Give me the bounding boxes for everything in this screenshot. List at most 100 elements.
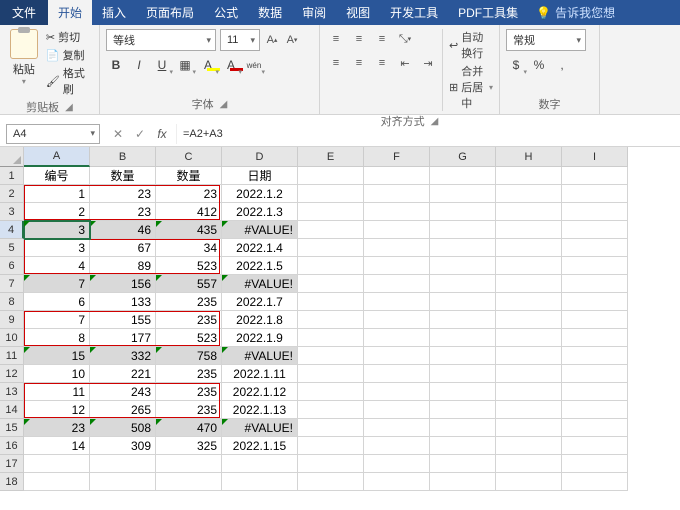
increase-indent-button[interactable]: ⇥ [418,53,438,73]
cell[interactable] [364,275,430,293]
col-header-B[interactable]: B [90,147,156,167]
cell[interactable]: 435 [156,221,222,239]
cell[interactable] [298,437,364,455]
row-header-3[interactable]: 3 [0,203,24,221]
row-header-18[interactable]: 18 [0,473,24,491]
cell[interactable]: 235 [156,383,222,401]
cell[interactable]: 数量 [90,167,156,185]
cell[interactable]: 23 [24,419,90,437]
cell[interactable] [298,473,364,491]
cell[interactable] [364,419,430,437]
cell[interactable]: 557 [156,275,222,293]
cell[interactable] [298,455,364,473]
cell[interactable]: 23 [156,185,222,203]
cell[interactable] [430,311,496,329]
cell[interactable] [430,167,496,185]
cell[interactable]: 508 [90,419,156,437]
cell[interactable]: 10 [24,365,90,383]
bold-button[interactable]: B [106,55,126,75]
col-header-A[interactable]: A [24,147,90,167]
cell[interactable]: 日期 [222,167,298,185]
cell[interactable] [298,419,364,437]
tab-page-layout[interactable]: 页面布局 [136,0,204,25]
cell[interactable] [562,257,628,275]
col-header-G[interactable]: G [430,147,496,167]
align-left-button[interactable]: ≡ [326,53,346,73]
cell[interactable] [364,221,430,239]
cell[interactable]: 235 [156,293,222,311]
cell[interactable]: 4 [24,257,90,275]
cell[interactable]: 155 [90,311,156,329]
align-middle-button[interactable]: ≡ [349,29,369,49]
cell[interactable] [562,239,628,257]
row-header-2[interactable]: 2 [0,185,24,203]
row-header-1[interactable]: 1 [0,167,24,185]
cell[interactable]: 12 [24,401,90,419]
underline-button[interactable]: U▾ [152,55,172,75]
cell[interactable]: 8 [24,329,90,347]
align-top-button[interactable]: ≡ [326,29,346,49]
border-button[interactable]: ▦▾ [175,55,195,75]
cell[interactable]: 309 [90,437,156,455]
tab-home[interactable]: 开始 [48,0,92,25]
cell[interactable] [298,365,364,383]
cell[interactable] [496,347,562,365]
cell[interactable] [562,383,628,401]
cell[interactable] [496,275,562,293]
cell[interactable] [364,401,430,419]
cell[interactable] [496,437,562,455]
cell[interactable] [298,221,364,239]
copy-button[interactable]: 📄复制 [46,47,93,63]
paste-button[interactable]: 粘贴 ▾ [6,29,42,97]
cell[interactable]: 332 [90,347,156,365]
cell[interactable] [222,455,298,473]
cell[interactable]: 23 [90,203,156,221]
cell[interactable]: 2022.1.4 [222,239,298,257]
row-header-14[interactable]: 14 [0,401,24,419]
accept-formula-button[interactable]: ✓ [130,127,150,141]
cell[interactable] [496,221,562,239]
cell[interactable] [430,347,496,365]
cell[interactable] [364,185,430,203]
cell[interactable]: 编号 [24,167,90,185]
cell[interactable]: 15 [24,347,90,365]
cell[interactable] [298,293,364,311]
tab-formulas[interactable]: 公式 [204,0,248,25]
cell[interactable] [298,239,364,257]
comma-button[interactable]: , [552,55,572,75]
cell[interactable] [298,329,364,347]
row-header-11[interactable]: 11 [0,347,24,365]
cell[interactable] [364,203,430,221]
col-header-E[interactable]: E [298,147,364,167]
align-bottom-button[interactable]: ≡ [372,29,392,49]
cell[interactable] [90,455,156,473]
cell[interactable] [562,167,628,185]
wrap-text-button[interactable]: ↩自动换行 [449,29,493,61]
cell[interactable] [222,473,298,491]
cell[interactable] [298,383,364,401]
cell[interactable] [364,329,430,347]
cell[interactable] [562,473,628,491]
font-name-select[interactable]: 等线 [106,29,216,51]
cell[interactable]: 265 [90,401,156,419]
cell[interactable]: 2022.1.8 [222,311,298,329]
cell[interactable]: #VALUE! [222,419,298,437]
cell[interactable] [562,293,628,311]
cell[interactable] [496,167,562,185]
cell[interactable] [298,347,364,365]
cell[interactable] [496,419,562,437]
row-header-7[interactable]: 7 [0,275,24,293]
cell[interactable] [298,401,364,419]
cell[interactable]: 221 [90,365,156,383]
select-all-corner[interactable] [0,147,24,167]
cell[interactable] [298,167,364,185]
cell[interactable] [364,257,430,275]
cell[interactable] [364,365,430,383]
cell[interactable]: 758 [156,347,222,365]
cell[interactable]: 2022.1.12 [222,383,298,401]
cell[interactable] [430,473,496,491]
cell[interactable] [496,401,562,419]
name-box[interactable]: A4 [6,124,100,144]
cell[interactable]: 2022.1.2 [222,185,298,203]
row-header-4[interactable]: 4 [0,221,24,239]
